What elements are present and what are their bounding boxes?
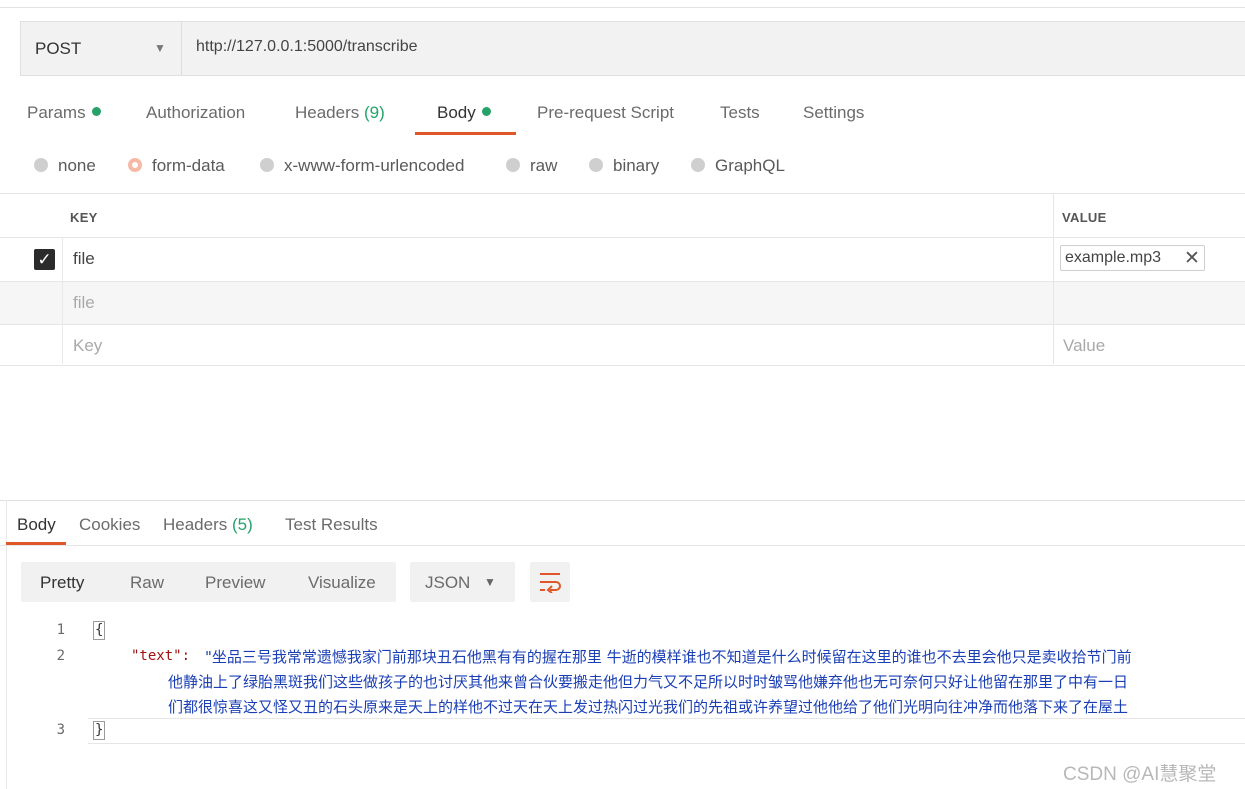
radio-circle-icon bbox=[691, 158, 705, 172]
radio-circle-icon bbox=[506, 158, 520, 172]
radio-label: binary bbox=[613, 156, 660, 175]
format-label: JSON bbox=[425, 573, 471, 592]
tab-headers[interactable]: Headers (9) bbox=[295, 103, 385, 123]
tab-body[interactable]: Body bbox=[437, 103, 491, 123]
radio-selected-icon bbox=[128, 158, 142, 172]
tab-label: Authorization bbox=[146, 103, 246, 122]
radio-circle-icon bbox=[34, 158, 48, 172]
format-select[interactable]: JSON ▼ bbox=[410, 562, 515, 602]
table-column-divider bbox=[1053, 194, 1054, 364]
tab-label: Body bbox=[437, 103, 476, 122]
json-string-line: 他静油上了绿胎黑斑我们这些做孩子的也讨厌其他来曾合伙要搬走他但力气又不足所以时时… bbox=[168, 673, 1129, 691]
active-tab-indicator bbox=[415, 132, 516, 135]
tab-count: (9) bbox=[364, 103, 385, 122]
radio-none[interactable]: none bbox=[34, 156, 96, 176]
json-key: "text": bbox=[131, 648, 191, 664]
response-tab-cookies[interactable]: Cookies bbox=[79, 515, 140, 535]
radio-x-www-form-urlencoded[interactable]: x-www-form-urlencoded bbox=[260, 156, 464, 176]
tab-label: Pre-request Script bbox=[537, 103, 674, 122]
radio-graphql[interactable]: GraphQL bbox=[691, 156, 785, 176]
radio-circle-icon bbox=[589, 158, 603, 172]
radio-raw[interactable]: raw bbox=[506, 156, 557, 176]
value-input[interactable]: Value bbox=[1063, 336, 1105, 356]
method-label: POST bbox=[35, 39, 82, 58]
radio-label: raw bbox=[530, 156, 558, 175]
line-number: 3 bbox=[56, 722, 65, 738]
radio-label: x-www-form-urlencoded bbox=[284, 156, 465, 175]
table-row-hover bbox=[0, 282, 1245, 324]
radio-binary[interactable]: binary bbox=[589, 156, 659, 176]
current-line-highlight bbox=[88, 718, 1245, 744]
view-preview-button[interactable]: Preview bbox=[205, 573, 265, 593]
file-chip[interactable]: example.mp3 ✕ bbox=[1060, 245, 1205, 271]
chevron-down-icon: ▼ bbox=[484, 575, 496, 589]
response-divider bbox=[0, 500, 1245, 501]
table-row-divider bbox=[0, 324, 1245, 325]
tab-authorization[interactable]: Authorization bbox=[146, 103, 245, 123]
response-code-view[interactable]: 1 2 3 { "text": "坐品三号我常常遗憾我家门前那块丑石他黑有有的握… bbox=[0, 617, 1245, 747]
table-column-divider bbox=[62, 237, 63, 364]
close-icon[interactable]: ✕ bbox=[1184, 247, 1200, 270]
status-dot-icon bbox=[481, 107, 491, 116]
tab-label: Params bbox=[27, 103, 86, 122]
response-tab-headers[interactable]: Headers (5) bbox=[163, 515, 253, 535]
tab-tests[interactable]: Tests bbox=[720, 103, 760, 123]
response-tab-test-results[interactable]: Test Results bbox=[285, 515, 378, 535]
request-tabs: Params Authorization Headers (9) Body Pr… bbox=[0, 103, 1245, 139]
response-tabs-border bbox=[0, 545, 1245, 546]
tab-label: Tests bbox=[720, 103, 760, 122]
table-row-divider bbox=[0, 365, 1245, 366]
radio-label: none bbox=[58, 156, 96, 175]
response-tab-body[interactable]: Body bbox=[17, 515, 56, 535]
value-column-header: VALUE bbox=[1062, 210, 1107, 225]
url-input[interactable]: http://127.0.0.1:5000/transcribe bbox=[196, 38, 417, 56]
watermark: CSDN @AI慧聚堂 bbox=[1063, 764, 1217, 785]
key-input[interactable]: Key bbox=[73, 336, 102, 356]
json-string-line: 们都很惊喜这又怪又丑的石头原来是天上的样他不过天在天上发过热闪过光我们的先祖或许… bbox=[168, 698, 1129, 716]
radio-form-data[interactable]: form-data bbox=[128, 156, 225, 176]
key-cell[interactable]: file bbox=[73, 249, 95, 269]
request-url-bar: POST ▼ http://127.0.0.1:5000/transcribe bbox=[20, 21, 1245, 76]
file-name: example.mp3 bbox=[1065, 249, 1162, 266]
key-cell[interactable]: file bbox=[73, 293, 95, 313]
wrap-lines-button[interactable] bbox=[530, 562, 570, 602]
tab-label: Settings bbox=[803, 103, 865, 122]
radio-circle-icon bbox=[260, 158, 274, 172]
method-select[interactable]: POST ▼ bbox=[21, 22, 182, 75]
json-string-line: "坐品三号我常常遗憾我家门前那块丑石他黑有有的握在那里 牛逝的模样谁也不知道是什… bbox=[205, 648, 1132, 666]
wrap-lines-icon bbox=[540, 573, 561, 593]
tab-pre-request-script[interactable]: Pre-request Script bbox=[537, 103, 674, 123]
view-mode-toolbar: Pretty Raw Preview Visualize bbox=[21, 562, 396, 602]
view-visualize-button[interactable]: Visualize bbox=[308, 573, 376, 593]
body-type-options: none form-data x-www-form-urlencoded raw… bbox=[0, 156, 1245, 178]
table-row-divider bbox=[0, 237, 1245, 238]
top-divider bbox=[0, 7, 1245, 8]
table-top-border bbox=[0, 193, 1245, 194]
status-dot-icon bbox=[91, 107, 101, 116]
radio-label: form-data bbox=[152, 156, 225, 175]
open-brace: { bbox=[93, 621, 106, 640]
row-enabled-checkbox[interactable]: ✓ bbox=[34, 249, 55, 270]
line-number: 1 bbox=[56, 622, 65, 638]
close-brace: } bbox=[93, 721, 106, 740]
tab-label: Headers bbox=[163, 515, 228, 534]
line-number: 2 bbox=[56, 648, 65, 664]
radio-label: GraphQL bbox=[715, 156, 785, 175]
tab-label: Headers bbox=[295, 103, 360, 122]
tab-settings[interactable]: Settings bbox=[803, 103, 864, 123]
tab-params[interactable]: Params bbox=[27, 103, 101, 123]
view-pretty-button[interactable]: Pretty bbox=[40, 573, 84, 593]
table-row-divider bbox=[0, 281, 1245, 282]
tab-count: (5) bbox=[232, 515, 253, 534]
view-raw-button[interactable]: Raw bbox=[130, 573, 164, 593]
key-column-header: KEY bbox=[70, 210, 98, 225]
chevron-down-icon: ▼ bbox=[154, 41, 166, 55]
